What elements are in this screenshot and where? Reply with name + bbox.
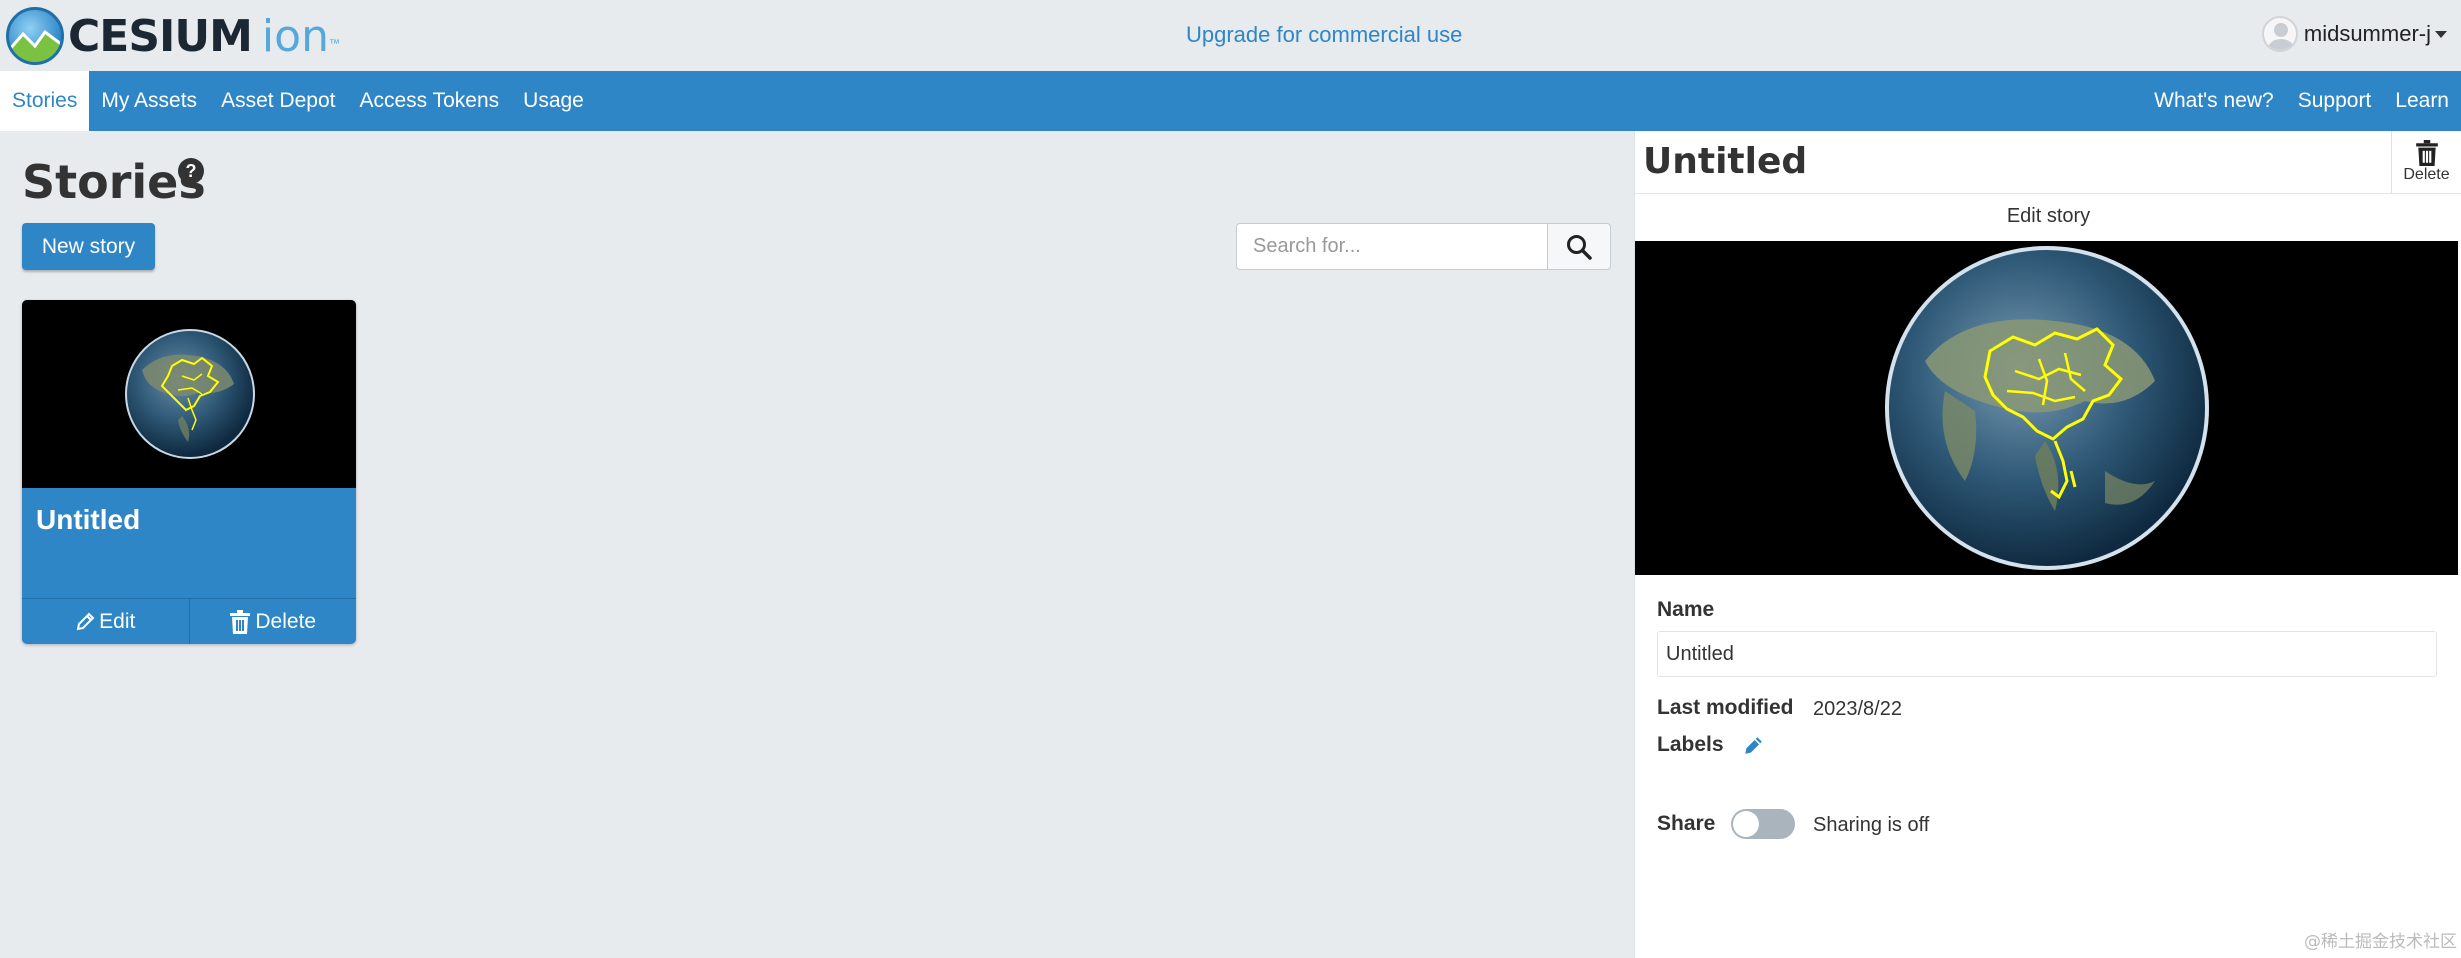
share-label: Share bbox=[1657, 812, 1716, 835]
delete-button[interactable]: Delete bbox=[188, 599, 357, 644]
logo-ion-text: ion bbox=[261, 10, 329, 62]
question-icon[interactable]: ? bbox=[178, 158, 204, 184]
nav-item-learn[interactable]: Learn bbox=[2383, 71, 2461, 131]
name-label: Name bbox=[1657, 598, 1715, 621]
search-box bbox=[1236, 223, 1611, 270]
story-card[interactable]: Untitled Edit Delete bbox=[22, 300, 356, 644]
nav-item-access-tokens[interactable]: Access Tokens bbox=[347, 71, 511, 131]
nav-item-usage[interactable]: Usage bbox=[511, 71, 596, 131]
username: midsummer-j bbox=[2303, 21, 2431, 46]
search-input[interactable] bbox=[1236, 223, 1547, 270]
detail-title: Untitled bbox=[1643, 141, 1808, 182]
name-field[interactable] bbox=[1657, 631, 2437, 677]
search-icon bbox=[1567, 234, 1592, 260]
toggle-knob bbox=[1733, 811, 1759, 837]
pencil-icon bbox=[76, 612, 95, 630]
detail-delete-button[interactable]: Delete bbox=[2391, 131, 2461, 193]
delete-label: Delete bbox=[255, 609, 317, 633]
edit-label: Edit bbox=[99, 609, 136, 633]
cesium-logo-icon bbox=[6, 7, 64, 65]
divider bbox=[1635, 193, 2461, 194]
globe-image bbox=[125, 329, 255, 459]
globe-image bbox=[1885, 246, 2209, 570]
trash-icon bbox=[230, 609, 251, 634]
main-nav: Stories My Assets Asset Depot Access Tok… bbox=[0, 71, 2461, 131]
nav-item-support[interactable]: Support bbox=[2286, 71, 2384, 131]
edit-story-link[interactable]: Edit story bbox=[1635, 205, 2461, 228]
nav-item-my-assets[interactable]: My Assets bbox=[89, 71, 209, 131]
pencil-icon[interactable] bbox=[1742, 735, 1764, 757]
upgrade-link[interactable]: Upgrade for commercial use bbox=[1186, 22, 1462, 48]
labels-label: Labels bbox=[1657, 733, 1724, 756]
detail-delete-label: Delete bbox=[2403, 166, 2450, 183]
logo-text: CESIUM bbox=[68, 10, 253, 62]
story-preview[interactable] bbox=[1635, 241, 2458, 575]
trash-icon bbox=[2415, 140, 2438, 166]
share-toggle[interactable] bbox=[1731, 809, 1795, 839]
page-title: Stories bbox=[22, 155, 206, 209]
nav-item-stories[interactable]: Stories bbox=[0, 71, 90, 131]
top-header: CESIUM ion ™ Upgrade for commercial use … bbox=[0, 0, 2461, 71]
search-button[interactable] bbox=[1547, 223, 1611, 270]
nav-item-whats-new[interactable]: What's new? bbox=[2142, 71, 2286, 131]
story-card-actions: Edit Delete bbox=[22, 598, 356, 644]
share-status: Sharing is off bbox=[1813, 814, 1930, 836]
watermark: @稀土掘金技术社区 bbox=[2304, 932, 2457, 952]
last-modified-label: Last modified bbox=[1657, 696, 1794, 719]
nav-right: What's new? Support Learn bbox=[2142, 71, 2461, 131]
cesium-ion-logo[interactable]: CESIUM ion ™ bbox=[6, 7, 340, 65]
nav-item-asset-depot[interactable]: Asset Depot bbox=[209, 71, 347, 131]
avatar bbox=[2261, 16, 2298, 52]
nav-left: Stories My Assets Asset Depot Access Tok… bbox=[0, 71, 596, 131]
user-menu[interactable]: midsummer-j bbox=[2261, 16, 2447, 52]
edit-button[interactable]: Edit bbox=[22, 599, 189, 644]
story-card-title: Untitled bbox=[36, 504, 141, 535]
new-story-button[interactable]: New story bbox=[22, 223, 155, 270]
logo-trademark: ™ bbox=[328, 38, 340, 50]
last-modified-value: 2023/8/22 bbox=[1813, 698, 1902, 720]
story-detail-panel: Untitled Delete Edit story Name Untitled… bbox=[1634, 131, 2461, 958]
caret-down-icon bbox=[2435, 30, 2447, 38]
story-thumbnail[interactable] bbox=[22, 300, 356, 488]
